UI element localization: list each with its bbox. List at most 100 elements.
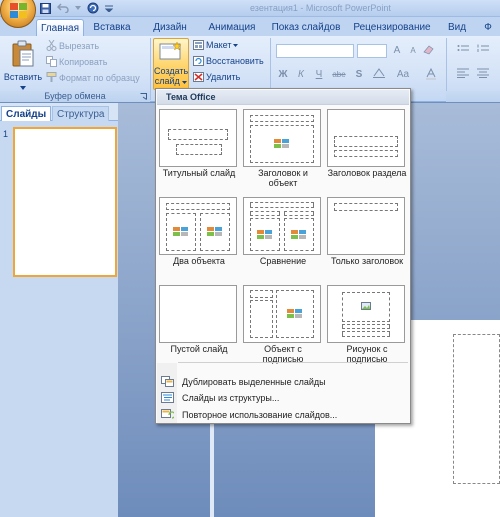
layout-thumbnail	[327, 197, 405, 255]
layout-thumbnail	[159, 109, 237, 167]
layout-label: Макет	[206, 40, 232, 50]
cut-button[interactable]: Вырезать	[46, 40, 99, 51]
layout-blank[interactable]: Пустой слайд	[159, 285, 239, 354]
layout-comparison[interactable]: Сравнение	[243, 197, 323, 266]
new-slide-label-1: Создать	[154, 66, 189, 76]
layout-button[interactable]: Макет	[193, 40, 239, 50]
window-title: езентация1 - Microsoft PowerPoint	[250, 3, 391, 13]
paste-dropdown-icon[interactable]	[20, 86, 26, 90]
cut-label: Вырезать	[59, 40, 100, 51]
layout-label: Заголовок раздела	[327, 168, 407, 178]
grow-font-button[interactable]: A	[390, 44, 404, 58]
font-name-box[interactable]	[276, 44, 354, 58]
tab-view[interactable]: Вид	[446, 19, 468, 36]
pane-tabs: Слайды Структура	[0, 103, 118, 121]
layout-label: Объект с подписью	[262, 344, 304, 364]
paste-icon	[12, 40, 34, 67]
layout-title-slide[interactable]: Титульный слайд	[159, 109, 239, 178]
tab-review[interactable]: Рецензирование	[350, 19, 434, 36]
new-slide-dropdown-icon	[182, 81, 188, 84]
layout-thumbnail	[159, 197, 237, 255]
layout-label: Два объекта	[173, 256, 225, 266]
tab-slides[interactable]: Слайды	[1, 106, 52, 121]
tab-home[interactable]: Главная	[36, 19, 84, 36]
clear-format-button[interactable]	[422, 44, 436, 58]
quick-access-toolbar	[38, 1, 114, 15]
align-left-button[interactable]	[456, 68, 470, 82]
italic-button[interactable]: К	[294, 68, 308, 82]
numbering-button[interactable]	[476, 44, 490, 58]
reuse-slides-item[interactable]: Повторное использование слайдов...	[157, 406, 409, 423]
format-painter-label: Формат по образцу	[59, 72, 140, 83]
align-left-icon	[457, 68, 469, 78]
placeholder-box[interactable]	[453, 334, 500, 484]
new-slide-button[interactable]: Создать слайд	[153, 38, 189, 90]
duplicate-slides-item[interactable]: Дублировать выделенные слайды	[157, 373, 409, 390]
tab-slideshow[interactable]: Показ слайдов	[270, 19, 342, 36]
align-center-icon	[477, 68, 489, 78]
slides-from-outline-item[interactable]: Слайды из структуры...	[157, 389, 409, 406]
layout-thumbnail	[327, 109, 405, 167]
layout-thumbnail	[243, 285, 321, 343]
slide-thumbnail[interactable]	[13, 127, 117, 277]
layout-thumbnail	[159, 285, 237, 343]
content-icons-icon	[291, 230, 306, 239]
picture-icon	[361, 302, 371, 310]
paste-button[interactable]: Вставить	[3, 38, 43, 90]
font-color-button[interactable]	[424, 67, 438, 82]
group-separator	[150, 38, 151, 100]
content-placeholder	[250, 218, 280, 251]
undo-icon[interactable]	[56, 1, 70, 15]
char-spacing-button[interactable]	[372, 68, 386, 82]
slide-number: 1	[3, 129, 9, 139]
tab-insert[interactable]: Вставка	[88, 19, 136, 36]
layout-section-header[interactable]: Заголовок раздела	[327, 109, 407, 178]
text-placeholder	[250, 300, 273, 338]
content-placeholder	[250, 125, 314, 163]
layout-thumbnail	[243, 109, 321, 167]
bold-button[interactable]: Ж	[276, 68, 290, 82]
tab-design[interactable]: Дизайн	[146, 19, 194, 36]
save-icon[interactable]	[38, 1, 52, 15]
title-placeholder	[168, 129, 228, 140]
font-size-box[interactable]	[357, 44, 387, 58]
layout-thumbnail	[243, 197, 321, 255]
char-spacing-icon	[373, 68, 385, 78]
bullets-button[interactable]	[456, 44, 470, 58]
strikethrough-button[interactable]: abe	[330, 68, 348, 82]
shrink-font-button[interactable]: A	[406, 44, 420, 58]
change-case-button[interactable]: Aa	[394, 68, 412, 82]
layout-label: Титульный слайд	[162, 168, 236, 178]
redo-icon[interactable]	[86, 1, 100, 15]
heading-placeholder	[250, 211, 280, 216]
dropdown-arrow-icon[interactable]	[74, 1, 82, 15]
tab-format[interactable]: Ф	[478, 19, 498, 36]
copy-icon	[46, 56, 57, 67]
format-painter-button[interactable]: Формат по образцу	[46, 72, 140, 83]
layout-two-content[interactable]: Два объекта	[159, 197, 239, 266]
copy-button[interactable]: Копировать	[46, 56, 107, 67]
title-placeholder	[334, 203, 398, 211]
pane-splitter[interactable]	[210, 418, 214, 517]
layout-title-only[interactable]: Только заголовок	[327, 197, 407, 266]
customize-qat-icon[interactable]	[104, 1, 114, 15]
menu-separator	[178, 362, 408, 363]
numbering-icon	[477, 44, 489, 52]
reset-button[interactable]: Восстановить	[193, 56, 264, 66]
format-painter-icon	[46, 72, 57, 82]
content-placeholder	[276, 290, 314, 338]
title-placeholder	[166, 203, 230, 210]
delete-label: Удалить	[206, 72, 241, 82]
align-center-button[interactable]	[476, 68, 490, 82]
underline-button[interactable]: Ч	[312, 68, 326, 82]
dialog-launcher-icon[interactable]	[140, 93, 147, 100]
tab-animation[interactable]: Анимация	[200, 19, 264, 36]
layout-picture-caption[interactable]: Рисунок с подписью	[327, 285, 407, 364]
layout-title-content[interactable]: Заголовок и объект	[243, 109, 323, 188]
title-placeholder	[250, 115, 314, 122]
tab-outline[interactable]: Структура	[52, 106, 110, 121]
new-slide-icon	[159, 42, 182, 60]
layout-content-caption[interactable]: Объект с подписью	[243, 285, 323, 364]
delete-slide-button[interactable]: Удалить	[193, 72, 240, 82]
shadow-button[interactable]: S	[352, 68, 366, 82]
